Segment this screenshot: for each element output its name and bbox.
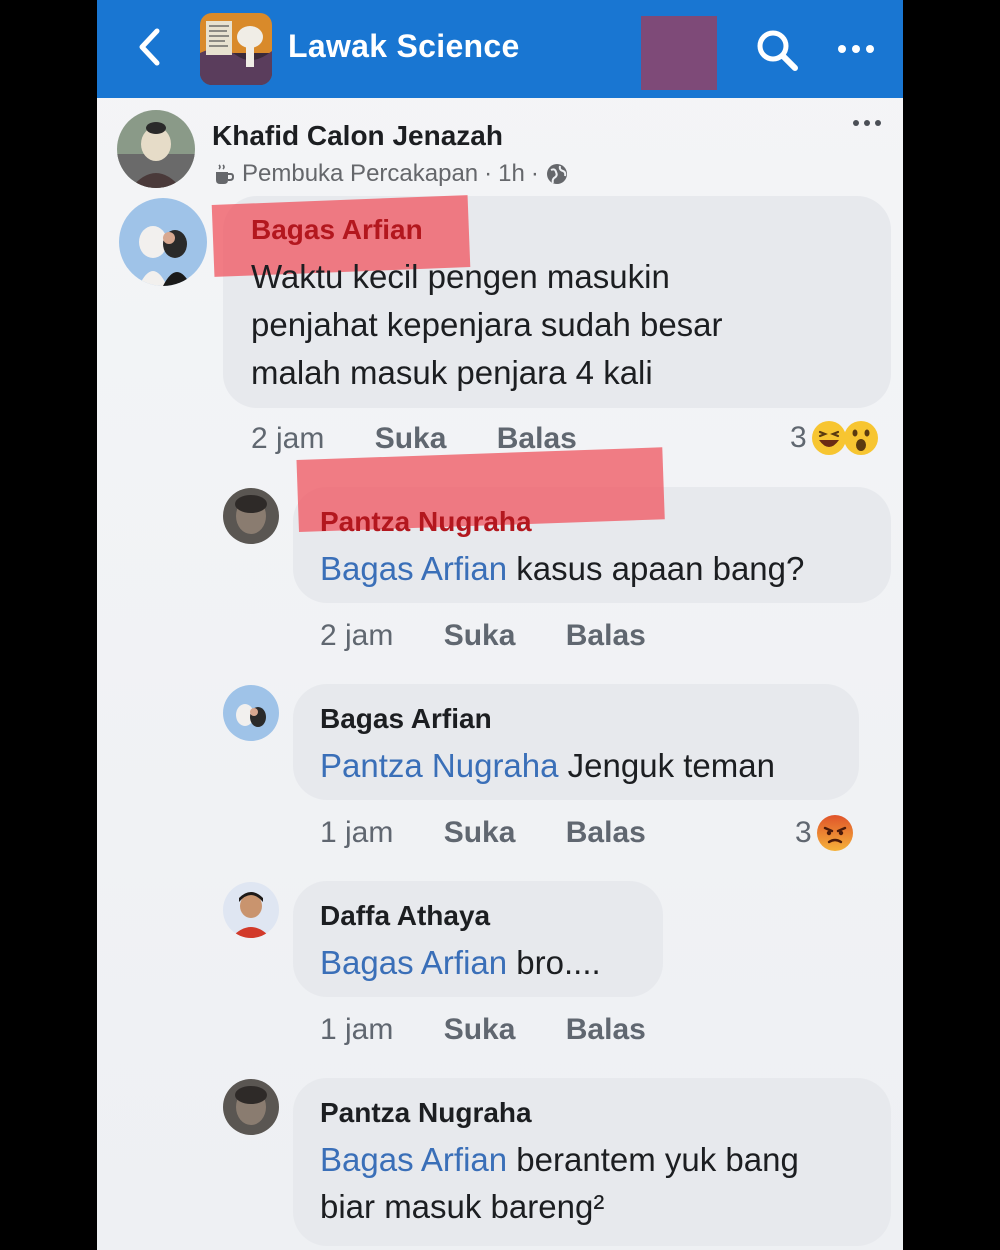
laughing-emoji-icon xyxy=(811,421,846,455)
comment-author[interactable]: Daffa Athaya xyxy=(320,900,490,932)
comment-author[interactable]: Bagas Arfian xyxy=(251,214,423,246)
like-button[interactable]: Suka xyxy=(375,422,447,455)
like-button[interactable]: Suka xyxy=(444,1013,516,1046)
comment-text-line: biar masuk bareng² xyxy=(320,1188,605,1225)
comment-author[interactable]: Pantza Nugraha xyxy=(320,506,532,538)
reaction-count: 3 xyxy=(795,816,812,849)
more-dot-icon xyxy=(853,120,859,126)
comment-actions: 2 jam Suka Balas xyxy=(320,619,646,653)
mention-link[interactable]: Bagas Arfian xyxy=(320,1141,507,1178)
censor-block xyxy=(641,16,717,90)
commenter-avatar[interactable] xyxy=(223,1079,279,1135)
post-meta: Pembuka Percakapan · 1h · xyxy=(212,160,569,188)
comment-actions: 1 jam Suka Balas xyxy=(320,816,646,850)
mention-link[interactable]: Bagas Arfian xyxy=(320,944,507,981)
post-badge: Pembuka Percakapan xyxy=(242,160,479,187)
globe-icon xyxy=(546,164,567,184)
more-dot-icon xyxy=(864,120,870,126)
comment-actions: 2 jam Suka Balas xyxy=(251,422,577,456)
post-time[interactable]: 1h xyxy=(498,160,525,188)
poster-avatar[interactable] xyxy=(117,110,195,188)
mention-link[interactable]: Pantza Nugraha xyxy=(320,747,559,784)
reply-button[interactable]: Balas xyxy=(566,816,646,849)
search-icon xyxy=(757,30,798,71)
comment-text: Bagas Arfian kasus apaan bang? xyxy=(320,545,804,593)
commenter-avatar[interactable] xyxy=(223,882,279,938)
angry-emoji-icon xyxy=(816,815,853,851)
comment-time[interactable]: 1 jam xyxy=(320,816,393,849)
comment-text-line: penjahat kepenjara sudah besar xyxy=(251,306,723,343)
back-button[interactable] xyxy=(129,24,169,70)
comment-text: Pantza Nugraha Jenguk teman xyxy=(320,742,775,790)
group-title[interactable]: Lawak Science xyxy=(288,28,520,65)
comment-body: Jenguk teman xyxy=(558,747,775,784)
top-bar: Lawak Science xyxy=(97,0,903,98)
comment-time[interactable]: 2 jam xyxy=(251,422,324,455)
meta-separator: · xyxy=(530,160,539,187)
coffee-cup-icon xyxy=(216,164,235,184)
like-button[interactable]: Suka xyxy=(444,619,516,652)
search-button[interactable] xyxy=(753,26,801,74)
chevron-left-icon xyxy=(139,28,160,66)
meta-separator: · xyxy=(484,160,493,187)
comment-text: Bagas Arfian berantem yuk bang xyxy=(320,1136,799,1184)
comment-text-line: Waktu kecil pengen masukin xyxy=(251,258,670,295)
comment-text: Bagas Arfian bro.... xyxy=(320,939,601,987)
reaction-count: 3 xyxy=(790,421,807,454)
more-dot-icon xyxy=(852,45,860,53)
comment-body: kasus apaan bang? xyxy=(507,550,805,587)
more-options-button[interactable] xyxy=(831,30,881,68)
more-dot-icon xyxy=(875,120,881,126)
like-button[interactable]: Suka xyxy=(444,816,516,849)
reaction-summary[interactable]: 3 xyxy=(790,420,879,456)
commenter-avatar[interactable] xyxy=(119,198,207,286)
reaction-summary[interactable]: 3 xyxy=(795,814,854,852)
comment-author[interactable]: Bagas Arfian xyxy=(320,703,492,735)
more-dot-icon xyxy=(866,45,874,53)
wow-emoji-icon xyxy=(843,421,878,455)
comment-actions: 1 jam Suka Balas xyxy=(320,1013,646,1047)
more-dot-icon xyxy=(838,45,846,53)
post-options-button[interactable] xyxy=(853,120,881,126)
comment-body: berantem yuk bang xyxy=(507,1141,799,1178)
app-screen: Lawak Science Khafid Calon Jenazah Pembu… xyxy=(97,0,903,1250)
comment-time[interactable]: 1 jam xyxy=(320,1013,393,1046)
poster-name[interactable]: Khafid Calon Jenazah xyxy=(212,120,503,152)
commenter-avatar[interactable] xyxy=(223,488,279,544)
comment-text-line: malah masuk penjara 4 kali xyxy=(251,354,653,391)
commenter-avatar[interactable] xyxy=(223,685,279,741)
comment-time[interactable]: 2 jam xyxy=(320,619,393,652)
reply-button[interactable]: Balas xyxy=(566,1013,646,1046)
mention-link[interactable]: Bagas Arfian xyxy=(320,550,507,587)
comment-body: bro.... xyxy=(507,944,601,981)
comment-author[interactable]: Pantza Nugraha xyxy=(320,1097,532,1129)
group-avatar[interactable] xyxy=(200,13,272,85)
reply-button[interactable]: Balas xyxy=(566,619,646,652)
